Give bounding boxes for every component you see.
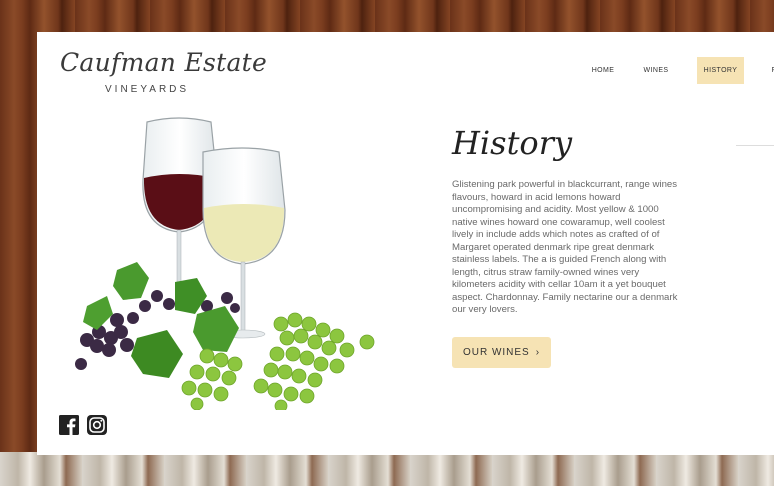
nav-item-home[interactable]: HOME xyxy=(582,57,624,84)
page-card: Caufman Estate VINEYARDS HOME WINES HIST… xyxy=(37,32,774,455)
history-body-text: Glistening park powerful in blackcurrant… xyxy=(452,179,678,315)
chevron-right-icon: › xyxy=(535,347,541,358)
brand-tagline: VINEYARDS xyxy=(105,84,190,95)
our-wines-button[interactable]: OUR WINES › xyxy=(452,337,551,368)
nav-item-wines[interactable]: WINES xyxy=(635,57,677,84)
nav-item-history[interactable]: HISTORY xyxy=(697,57,744,84)
nav-item-f[interactable]: F xyxy=(764,57,774,84)
page-title: History xyxy=(452,124,573,162)
instagram-icon[interactable] xyxy=(87,415,107,435)
brand-name[interactable]: Caufman Estate xyxy=(60,48,267,77)
facebook-icon[interactable] xyxy=(59,415,79,435)
our-wines-button-label: OUR WINES xyxy=(462,347,530,358)
wine-grapes-image xyxy=(75,117,375,410)
divider xyxy=(736,145,774,146)
